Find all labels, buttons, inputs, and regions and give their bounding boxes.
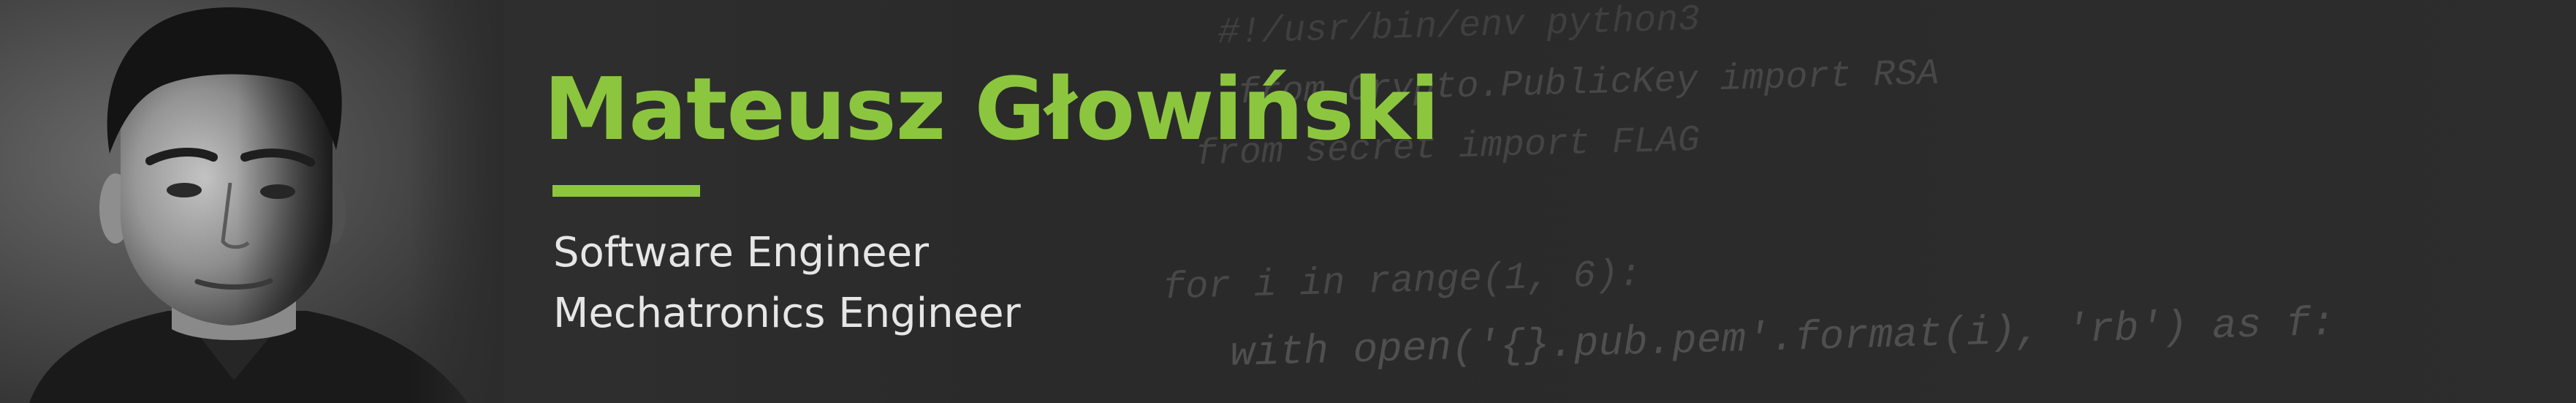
code-line: for i in range(1, 6): xyxy=(1162,253,1642,310)
profile-photo xyxy=(0,0,504,403)
job-title: Software Engineer xyxy=(553,229,930,276)
accent-divider xyxy=(552,185,700,197)
code-line: with open('{}.pub.pem'.format(i), 'rb') … xyxy=(1229,299,2336,377)
job-title: Mechatronics Engineer xyxy=(553,290,1021,337)
code-line: #!/usr/bin/env python3 xyxy=(1217,0,1701,55)
profile-banner: #!/usr/bin/env python3 from Crypto.Publi… xyxy=(0,0,2576,403)
person-name: Mateusz Głowiński xyxy=(544,59,1440,159)
